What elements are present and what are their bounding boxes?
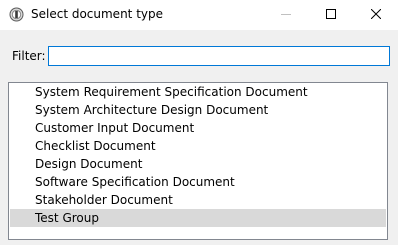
list-item[interactable]: System Requirement Specification Documen… [10, 83, 386, 101]
filter-label: Filter: [12, 49, 46, 63]
filter-row: Filter: [0, 30, 398, 82]
minimize-button[interactable] [264, 0, 308, 30]
list-item[interactable]: Design Document [10, 155, 386, 173]
maximize-button[interactable] [309, 0, 353, 30]
dialog-bottom-edge [0, 240, 398, 245]
list-item[interactable]: Customer Input Document [10, 119, 386, 137]
select-document-type-dialog: Select document type Filter: System Requ… [0, 0, 398, 245]
list-item[interactable]: Software Specification Document [10, 173, 386, 191]
filter-input[interactable] [48, 46, 390, 66]
maximize-icon [326, 8, 336, 22]
list-item[interactable]: Checklist Document [10, 137, 386, 155]
app-info-icon [9, 7, 24, 22]
window-title: Select document type [31, 7, 163, 21]
minimize-icon [281, 8, 291, 22]
close-icon [370, 8, 382, 22]
close-button[interactable] [354, 0, 398, 30]
list-item[interactable]: System Architecture Design Document [10, 101, 386, 119]
list-item[interactable]: Test Group [10, 209, 386, 227]
list-item[interactable]: Stakeholder Document [10, 191, 386, 209]
document-type-list[interactable]: System Requirement Specification Documen… [8, 82, 388, 240]
title-bar[interactable]: Select document type [0, 0, 398, 30]
